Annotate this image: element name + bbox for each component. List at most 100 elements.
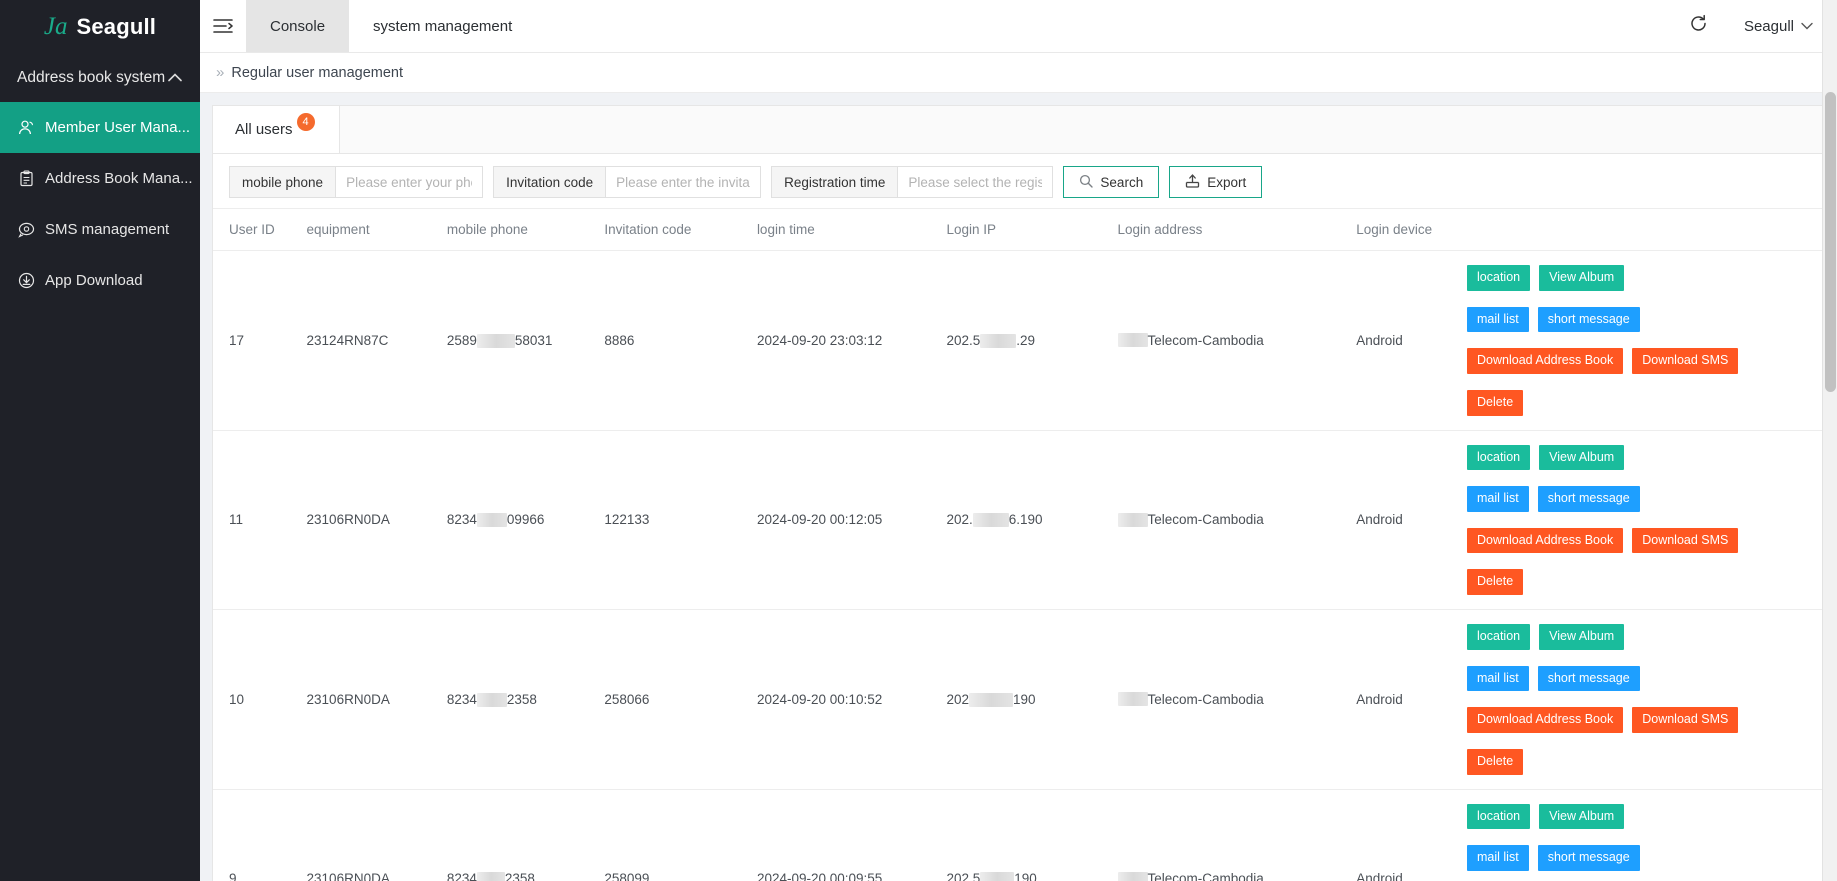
cell-equipment: 23124RN87C [306,250,447,431]
brand-logo[interactable]: Ja Seagull [0,0,200,53]
action-view-album-button[interactable]: View Album [1539,624,1625,650]
cell-login-device: Android [1356,250,1468,431]
action-location-button[interactable]: location [1467,265,1531,291]
message-icon [18,221,35,238]
action-mail-list-button[interactable]: mail list [1467,306,1529,333]
cell-actions: location View Album mail list short message… [1467,430,1824,610]
redacted-block [476,692,507,707]
table-row: 10 23106RN0DA 8234 2358 258066 2024-09-20 00:… [213,609,1824,790]
sidebar-item-app-download[interactable]: App Download [0,255,200,306]
sidebar-item-label: Member User Mana... [45,119,191,136]
cell-login-device: Android [1356,430,1468,610]
filter-registration-time: Registration time [771,166,1054,198]
topbar-tab-system-management[interactable]: system management [349,0,536,52]
action-short-message-button[interactable]: short message [1537,306,1640,333]
cell-user-id: 10 [213,609,307,790]
hamburger-icon[interactable] [200,0,246,52]
column-header-equipment: equipment [306,208,447,251]
sidebar-item-address-book-management[interactable]: Address Book Mana... [0,153,200,204]
chevron-up-icon [168,70,182,85]
table-header-row: User ID equipment mobile phone Invitatio… [213,208,1824,251]
search-icon [1079,174,1094,191]
action-mail-list-button[interactable]: mail list [1467,665,1529,692]
breadcrumb-arrow-icon: » [216,64,225,81]
page-scrollbar[interactable] [1822,0,1837,881]
action-short-message-button[interactable]: short message [1537,665,1640,692]
tab-all-users[interactable]: All users 4 [213,106,340,153]
sidebar-item-member-user-management[interactable]: Member User Mana... [0,102,200,153]
redacted-block [980,333,1017,348]
row-action-group: location View Album mail list short message… [1467,265,1745,416]
column-header-login-device: Login device [1356,208,1468,251]
search-invitation-code-input[interactable] [605,166,762,198]
tab-all-users-label: All users [235,121,293,138]
action-location-button[interactable]: location [1467,803,1531,830]
search-phone-input[interactable] [335,166,484,198]
user-menu[interactable]: Seagull [1744,18,1813,35]
export-icon [1185,173,1200,191]
export-button-label: Export [1207,174,1247,190]
sidebar-item-sms-management[interactable]: SMS management [0,204,200,255]
action-delete-button[interactable]: Delete [1467,389,1524,416]
filter-bar: mobile phone Invitation code Registratio… [213,154,1824,208]
action-location-button[interactable]: location [1467,624,1531,650]
action-download-sms-button[interactable]: Download SMS [1632,348,1739,374]
redacted-block [476,333,515,348]
action-mail-list-button[interactable]: mail list [1467,845,1529,871]
action-view-album-button[interactable]: View Album [1539,803,1625,830]
filter-mobile-phone-label: mobile phone [229,166,336,198]
redacted-block [1117,871,1148,881]
action-delete-button[interactable]: Delete [1467,569,1524,595]
cell-login-address: Telecom-Cambodia [1117,789,1357,881]
column-header-login-address: Login address [1117,208,1357,251]
scrollbar-thumb[interactable] [1825,92,1836,392]
action-delete-button[interactable]: Delete [1467,748,1524,775]
cell-invitation-code: 8886 [604,250,757,431]
action-short-message-button[interactable]: short message [1537,486,1640,512]
cell-mobile-phone: 8234 09966 [446,430,605,610]
table-row: 9 23106RN0DA 8234 2358 258099 2024-09-20 00:0… [213,789,1824,881]
filter-mobile-phone: mobile phone [229,166,484,198]
sidebar-group-address-book-system[interactable]: Address book system [0,53,200,102]
topbar-tab-console[interactable]: Console [246,0,350,52]
action-short-message-button[interactable]: short message [1537,845,1640,871]
export-button[interactable]: Export [1169,166,1263,198]
download-circle-icon [18,272,35,289]
sidebar-item-label: Address Book Mana... [45,170,193,187]
table-body: 17 23124RN87C 2589 58031 8886 2024-09-20 23:0… [213,250,1824,881]
action-view-album-button[interactable]: View Album [1539,444,1625,471]
cell-mobile-phone: 2589 58031 [446,250,605,431]
refresh-icon[interactable] [1689,14,1708,38]
users-table-wrapper: User ID equipment mobile phone Invitatio… [213,208,1824,881]
column-header-login-ip: Login IP [946,208,1118,251]
cell-user-id: 9 [213,789,307,881]
cell-login-device: Android [1356,789,1468,881]
cell-login-ip: 202.5.29 [946,250,1118,431]
search-button[interactable]: Search [1063,166,1160,198]
search-registration-time-input[interactable] [897,166,1054,198]
table-head: User ID equipment mobile phone Invitatio… [213,208,1824,251]
users-table: User ID equipment mobile phone Invitatio… [213,208,1824,881]
sidebar: Ja Seagull Address book system Member Us… [0,0,200,881]
cell-user-id: 17 [213,250,307,431]
action-location-button[interactable]: location [1467,444,1531,471]
cell-login-address: Telecom-Cambodia [1117,609,1357,790]
redacted-block [476,872,505,881]
table-row: 11 23106RN0DA 8234 09966 122133 2024-09-20 00… [213,430,1824,610]
action-download-sms-button[interactable]: Download SMS [1632,707,1739,733]
action-download-address-book-button[interactable]: Download Address Book [1467,348,1624,374]
search-button-label: Search [1100,174,1144,190]
action-download-address-book-button[interactable]: Download Address Book [1467,527,1624,554]
action-download-sms-button[interactable]: Download SMS [1632,527,1739,554]
row-action-group: location View Album mail list short message… [1467,803,1745,881]
action-download-address-book-button[interactable]: Download Address Book [1467,707,1624,733]
cell-mobile-phone: 8234 2358 [446,789,605,881]
cell-login-address: Telecom-Cambodia [1117,430,1357,610]
table-row: 17 23124RN87C 2589 58031 8886 2024-09-20 23:0… [213,250,1824,431]
cell-login-address: Telecom-Cambodia [1117,250,1357,431]
action-mail-list-button[interactable]: mail list [1467,486,1529,512]
redacted-block [980,872,1015,881]
cell-invitation-code: 122133 [604,430,757,610]
action-view-album-button[interactable]: View Album [1539,265,1625,291]
redacted-block [476,513,507,528]
